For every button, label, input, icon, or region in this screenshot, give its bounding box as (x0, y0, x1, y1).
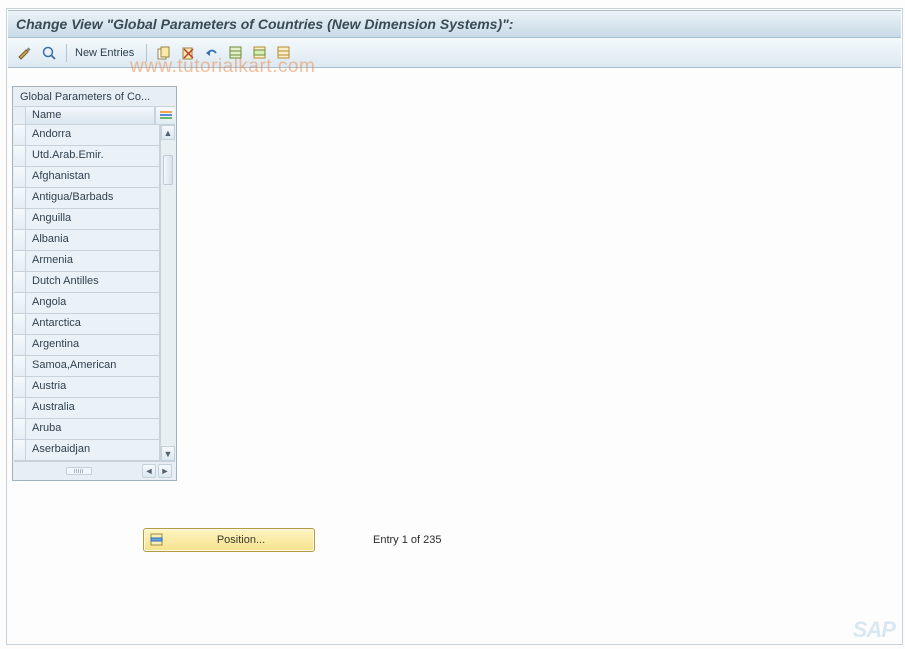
scroll-left-button[interactable]: ◄ (142, 464, 156, 478)
cell-name[interactable]: Albania (26, 230, 160, 250)
row-selector[interactable] (14, 377, 26, 397)
sap-logo: SAP (853, 617, 895, 643)
cell-name[interactable]: Armenia (26, 251, 160, 271)
undo-icon[interactable] (203, 44, 221, 62)
row-selector[interactable] (14, 230, 26, 250)
table-row[interactable]: Utd.Arab.Emir. (14, 146, 160, 167)
table-row[interactable]: Albania (14, 230, 160, 251)
table-footer: ◄ ► (14, 461, 175, 479)
position-icon (150, 533, 164, 547)
table-row[interactable]: Dutch Antilles (14, 272, 160, 293)
table-row[interactable]: Anguilla (14, 209, 160, 230)
row-selector[interactable] (14, 314, 26, 334)
row-selector[interactable] (14, 251, 26, 271)
table-row[interactable]: Aruba (14, 419, 160, 440)
column-header-name[interactable]: Name (26, 107, 155, 124)
cell-name[interactable]: Argentina (26, 335, 160, 355)
table-row[interactable]: Samoa,American (14, 356, 160, 377)
vertical-scrollbar[interactable]: ▲ ▼ (160, 125, 175, 461)
delete-icon[interactable] (179, 44, 197, 62)
row-selector[interactable] (14, 419, 26, 439)
cell-name[interactable]: Antigua/Barbads (26, 188, 160, 208)
scroll-thumb[interactable] (163, 155, 173, 185)
row-selector[interactable] (14, 440, 26, 460)
cell-name[interactable]: Aruba (26, 419, 160, 439)
table-row[interactable]: Austria (14, 377, 160, 398)
row-selector[interactable] (14, 356, 26, 376)
table-body: Andorra Utd.Arab.Emir. Afghanistan Antig… (14, 125, 175, 461)
table-row[interactable]: Angola (14, 293, 160, 314)
page-title: Change View "Global Parameters of Countr… (16, 16, 513, 32)
position-button[interactable]: Position... (143, 528, 315, 552)
row-selector[interactable] (14, 335, 26, 355)
cell-name[interactable]: Samoa,American (26, 356, 160, 376)
cell-name[interactable]: Angola (26, 293, 160, 313)
cell-name[interactable]: Austria (26, 377, 160, 397)
title-bar: Change View "Global Parameters of Countr… (8, 10, 901, 38)
config-icon (160, 111, 172, 121)
table-config-button[interactable] (155, 107, 175, 124)
cell-name[interactable]: Dutch Antilles (26, 272, 160, 292)
new-entries-button[interactable]: New Entries (75, 47, 134, 59)
table-row[interactable]: Aserbaidjan (14, 440, 160, 461)
row-selector[interactable] (14, 293, 26, 313)
table-row[interactable]: Afghanistan (14, 167, 160, 188)
row-selector[interactable] (14, 398, 26, 418)
table-row[interactable]: Argentina (14, 335, 160, 356)
toolbar: New Entries (8, 38, 901, 68)
row-selector[interactable] (14, 146, 26, 166)
table-row[interactable]: Andorra (14, 125, 160, 146)
cell-name[interactable]: Anguilla (26, 209, 160, 229)
column-resize-handle[interactable] (17, 467, 140, 475)
cell-name[interactable]: Utd.Arab.Emir. (26, 146, 160, 166)
copy-icon[interactable] (155, 44, 173, 62)
toolbar-separator (146, 44, 147, 62)
table-rows: Andorra Utd.Arab.Emir. Afghanistan Antig… (14, 125, 160, 461)
table-row[interactable]: Antigua/Barbads (14, 188, 160, 209)
country-table-panel: Global Parameters of Co... Name Andorra … (12, 86, 177, 481)
cell-name[interactable]: Andorra (26, 125, 160, 145)
row-selector[interactable] (14, 209, 26, 229)
select-block-icon[interactable] (251, 44, 269, 62)
row-selector[interactable] (14, 125, 26, 145)
scroll-right-button[interactable]: ► (158, 464, 172, 478)
row-selector-header[interactable] (14, 107, 26, 124)
toolbar-separator (66, 44, 67, 62)
cell-name[interactable]: Afghanistan (26, 167, 160, 187)
scroll-up-icon[interactable]: ▲ (161, 125, 175, 140)
row-selector[interactable] (14, 188, 26, 208)
toggle-display-change-icon[interactable] (16, 44, 34, 62)
panel-title: Global Parameters of Co... (14, 88, 175, 107)
row-selector[interactable] (14, 167, 26, 187)
position-button-label: Position... (174, 534, 308, 546)
deselect-all-icon[interactable] (275, 44, 293, 62)
table-row[interactable]: Australia (14, 398, 160, 419)
cell-name[interactable]: Aserbaidjan (26, 440, 160, 460)
table-header: Name (14, 107, 175, 125)
scroll-down-icon[interactable]: ▼ (161, 446, 175, 461)
cell-name[interactable]: Antarctica (26, 314, 160, 334)
table-row[interactable]: Armenia (14, 251, 160, 272)
entry-status: Entry 1 of 235 (373, 534, 442, 546)
table-row[interactable]: Antarctica (14, 314, 160, 335)
details-icon[interactable] (40, 44, 58, 62)
row-selector[interactable] (14, 272, 26, 292)
cell-name[interactable]: Australia (26, 398, 160, 418)
select-all-icon[interactable] (227, 44, 245, 62)
